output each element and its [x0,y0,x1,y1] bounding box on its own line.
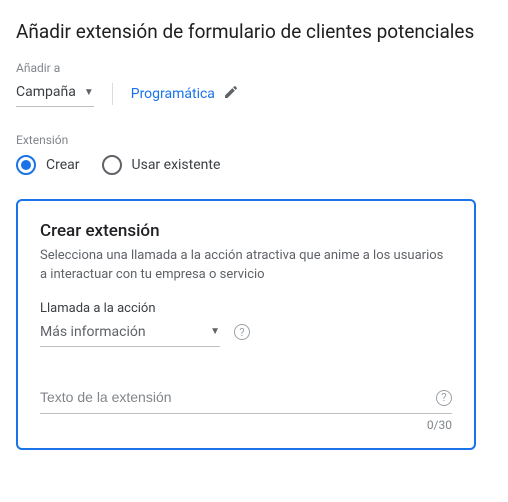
pencil-icon [223,84,239,104]
radio-unselected-icon [102,155,122,175]
programmatic-label: Programática [131,86,215,102]
cta-value: Más información [40,324,146,340]
help-cta-icon[interactable]: ? [234,324,250,340]
extension-text-row: ? [40,385,452,411]
extension-radio-group: Crear Usar existente [16,155,492,175]
input-underline [40,413,452,414]
extension-label: Extensión [16,133,492,147]
vertical-divider [112,83,113,105]
add-to-label: Añadir a [16,61,492,75]
add-to-dropdown[interactable]: Campaña ▼ [16,80,94,107]
radio-selected-icon [16,155,36,175]
help-text-icon[interactable]: ? [436,390,452,406]
extension-text-input[interactable] [40,385,424,411]
add-to-value: Campaña [16,84,76,100]
radio-existing[interactable]: Usar existente [102,155,221,175]
radio-create[interactable]: Crear [16,155,80,175]
radio-existing-label: Usar existente [132,157,221,173]
programmatic-link[interactable]: Programática [131,84,239,104]
radio-create-label: Crear [46,157,80,173]
card-description: Selecciona una llamada a la acción atrac… [40,247,452,285]
add-to-row: Campaña ▼ Programática [16,80,492,107]
extension-section: Extensión Crear Usar existente [16,133,492,175]
cta-label: Llamada a la acción [40,301,452,316]
card-title: Crear extensión [40,221,452,241]
chevron-down-icon: ▼ [84,87,94,98]
chevron-down-icon: ▼ [210,326,220,337]
char-counter: 0/30 [40,418,452,432]
create-extension-card: Crear extensión Selecciona una llamada a… [16,199,476,450]
page-title: Añadir extensión de formulario de client… [16,20,492,43]
cta-row: Más información ▼ ? [40,318,452,347]
cta-select[interactable]: Más información ▼ [40,318,220,347]
